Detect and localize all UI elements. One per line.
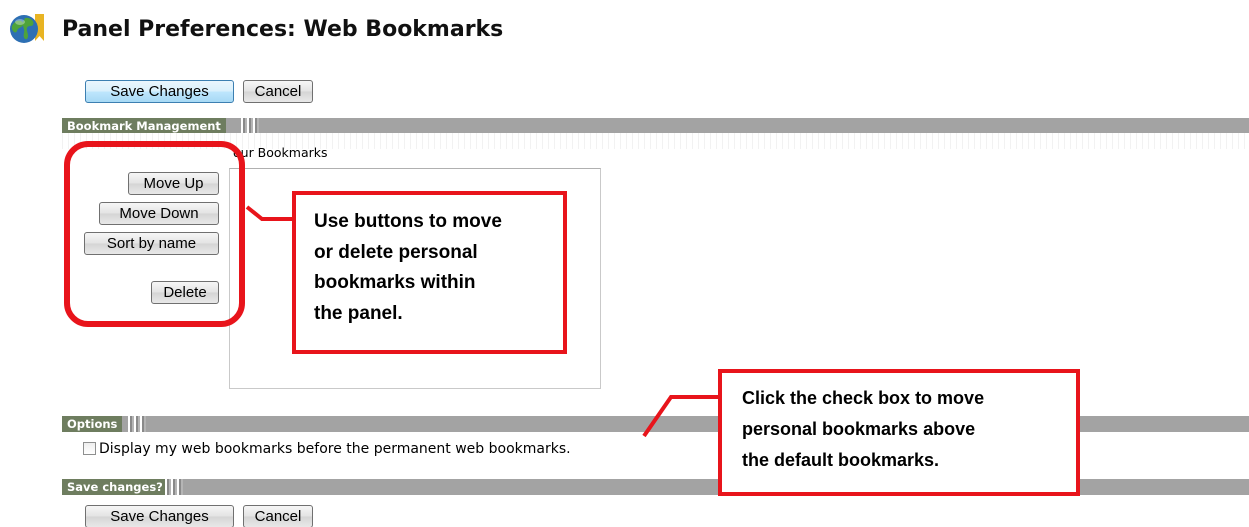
save-changes-button-top[interactable]: Save Changes [85, 80, 234, 103]
section-grip [241, 118, 259, 134]
globe-bookmark-icon [10, 14, 44, 43]
callout-line: bookmarks within [314, 272, 476, 293]
bookmark-management-section-title: Bookmark Management [62, 118, 226, 134]
callout-line: Use buttons to move [314, 211, 502, 232]
your-bookmarks-heading: our Bookmarks [233, 145, 328, 160]
page-title: Panel Preferences: Web Bookmarks [62, 17, 504, 42]
section-grip [128, 416, 146, 432]
bookmarks-order-checkbox[interactable] [83, 442, 96, 455]
save-changes-section-title: Save changes? [62, 479, 168, 495]
save-changes-button-bottom[interactable]: Save Changes [85, 505, 234, 527]
cancel-button-top[interactable]: Cancel [243, 80, 313, 103]
callout-line: personal bookmarks above [742, 419, 976, 439]
checkbox-callout: Click the check box to move personal boo… [718, 369, 1080, 496]
section-grip [165, 479, 183, 495]
bookmark-management-section-bar: Bookmark Management [62, 118, 1249, 134]
callout-line: Click the check box to move [742, 388, 985, 408]
callout-line: the panel. [314, 302, 403, 324]
bookmarks-order-label: Display my web bookmarks before the perm… [99, 441, 571, 457]
buttons-highlight [64, 141, 245, 327]
callout-line: the default bookmarks. [742, 450, 940, 470]
cancel-button-bottom[interactable]: Cancel [243, 505, 313, 527]
options-section-title: Options [62, 416, 123, 432]
buttons-callout: Use buttons to move or delete personal b… [292, 191, 567, 354]
callout-line: or delete personal [314, 241, 478, 263]
